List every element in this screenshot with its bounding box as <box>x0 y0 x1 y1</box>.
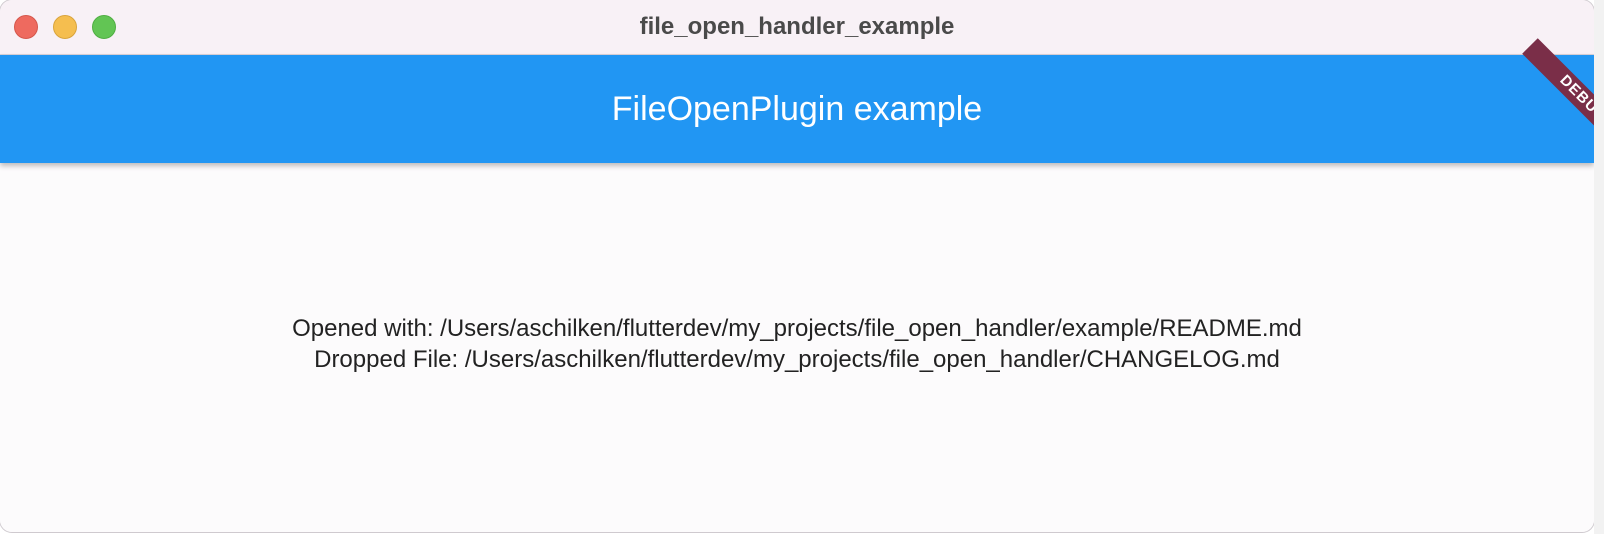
desktop-background <box>1594 0 1604 534</box>
opened-with-text: Opened with: /Users/aschilken/flutterdev… <box>292 315 1302 342</box>
file-info: Opened with: /Users/aschilken/flutterdev… <box>0 313 1594 375</box>
app-window: file_open_handler_example FileOpenPlugin… <box>0 0 1594 532</box>
window-title: file_open_handler_example <box>639 13 955 40</box>
title-bar[interactable]: file_open_handler_example <box>0 0 1594 55</box>
app-bar: FileOpenPlugin example <box>0 55 1594 163</box>
main-content: Opened with: /Users/aschilken/flutterdev… <box>0 163 1594 532</box>
app-bar-title: FileOpenPlugin example <box>611 90 983 128</box>
dropped-file-text: Dropped File: /Users/aschilken/flutterde… <box>314 346 1280 373</box>
